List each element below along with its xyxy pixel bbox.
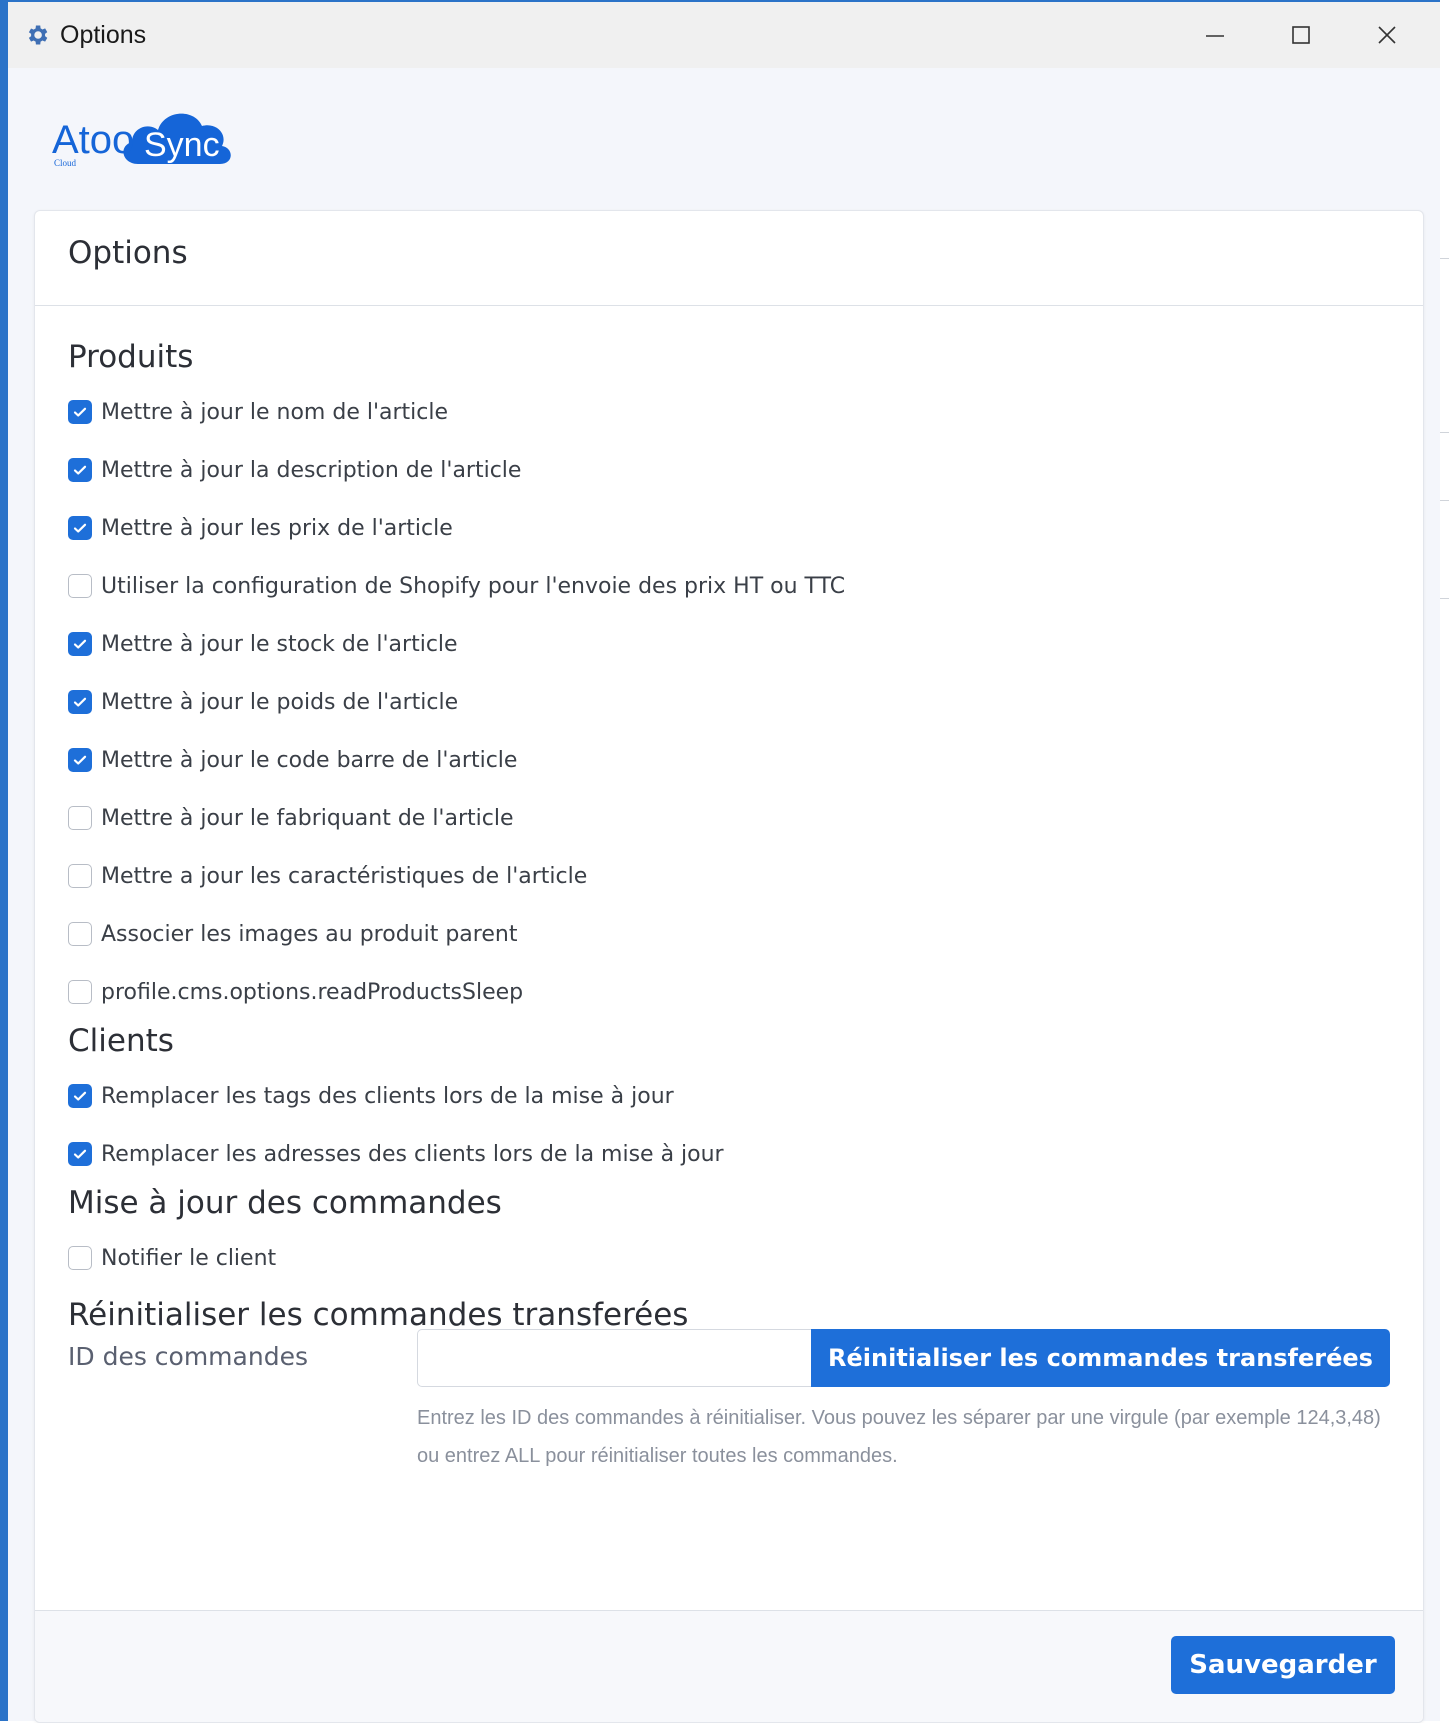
checkbox-row-description[interactable]: Mettre à jour la description de l'articl… bbox=[68, 455, 521, 485]
checkbox[interactable] bbox=[68, 1084, 92, 1108]
checkbox-label: Notifier le client bbox=[101, 1245, 277, 1271]
checkbox[interactable] bbox=[68, 1246, 92, 1270]
order-ids-label: ID des commandes bbox=[68, 1342, 308, 1371]
checkbox-row-prix[interactable]: Mettre à jour les prix de l'article bbox=[68, 513, 453, 543]
close-button[interactable] bbox=[1344, 2, 1430, 68]
options-window: Options Atoo Sync Cloud Options Produits… bbox=[0, 0, 1442, 1723]
title-bar[interactable]: Options bbox=[8, 2, 1440, 68]
order-ids-input[interactable] bbox=[417, 1329, 811, 1387]
section-title-produits: Produits bbox=[68, 339, 194, 375]
logo-text-atoo: Atoo bbox=[52, 118, 134, 162]
checkbox-label: Remplacer les tags des clients lors de l… bbox=[101, 1083, 674, 1109]
checkbox-row-stock[interactable]: Mettre à jour le stock de l'article bbox=[68, 629, 458, 659]
checkbox[interactable] bbox=[68, 864, 92, 888]
checkbox[interactable] bbox=[68, 400, 92, 424]
edge-divider bbox=[1440, 598, 1449, 599]
logo-subtext: Cloud bbox=[54, 158, 77, 168]
section-title-commandes: Mise à jour des commandes bbox=[68, 1185, 502, 1221]
checkbox[interactable] bbox=[68, 922, 92, 946]
checkbox[interactable] bbox=[68, 632, 92, 656]
atoosync-logo: Atoo Sync Cloud bbox=[44, 100, 254, 180]
reset-orders-button[interactable]: Réinitialiser les commandes transferées bbox=[811, 1329, 1390, 1387]
edge-divider bbox=[1440, 432, 1449, 433]
checkbox-row-nom[interactable]: Mettre à jour le nom de l'article bbox=[68, 397, 448, 427]
minimize-icon bbox=[1206, 35, 1224, 37]
order-ids-input-group: Réinitialiser les commandes transferées bbox=[417, 1329, 1390, 1387]
maximize-button[interactable] bbox=[1258, 2, 1344, 68]
checkbox-label: Mettre à jour le nom de l'article bbox=[101, 399, 449, 425]
checkbox[interactable] bbox=[68, 1142, 92, 1166]
checkbox-label: profile.cms.options.readProductsSleep bbox=[101, 979, 524, 1005]
checkbox-label: Mettre à jour le poids de l'article bbox=[101, 689, 459, 715]
checkbox-label: Mettre à jour le stock de l'article bbox=[101, 631, 458, 657]
edge-divider bbox=[1440, 500, 1449, 501]
checkbox-row-poids[interactable]: Mettre à jour le poids de l'article bbox=[68, 687, 458, 717]
options-card: Options Produits Mettre à jour le nom de… bbox=[34, 210, 1424, 1723]
edge-divider bbox=[1440, 258, 1449, 259]
checkbox[interactable] bbox=[68, 980, 92, 1004]
minimize-button[interactable] bbox=[1172, 2, 1258, 68]
checkbox[interactable] bbox=[68, 458, 92, 482]
checkbox-label: Mettre à jour le code barre de l'article bbox=[101, 747, 518, 773]
checkbox-row-tags-clients[interactable]: Remplacer les tags des clients lors de l… bbox=[68, 1081, 674, 1111]
card-header: Options bbox=[35, 211, 1423, 306]
checkbox-row-code-barre[interactable]: Mettre à jour le code barre de l'article bbox=[68, 745, 517, 775]
checkbox[interactable] bbox=[68, 748, 92, 772]
checkbox-label: Mettre à jour les prix de l'article bbox=[101, 515, 453, 541]
order-ids-help-text: Entrez les ID des commandes à réinitiali… bbox=[417, 1407, 1381, 1467]
checkbox-row-shopify-config[interactable]: Utiliser la configuration de Shopify pou… bbox=[68, 571, 845, 601]
gear-icon bbox=[24, 22, 50, 48]
checkbox-row-caracteristiques[interactable]: Mettre a jour les caractéristiques de l'… bbox=[68, 861, 587, 891]
checkbox[interactable] bbox=[68, 690, 92, 714]
checkbox[interactable] bbox=[68, 516, 92, 540]
checkbox[interactable] bbox=[68, 806, 92, 830]
maximize-icon bbox=[1292, 26, 1310, 44]
checkbox-row-fabriquant[interactable]: Mettre à jour le fabriquant de l'article bbox=[68, 803, 514, 833]
checkbox-row-notifier-client[interactable]: Notifier le client bbox=[68, 1243, 276, 1273]
section-title-reinit: Réinitialiser les commandes transferées bbox=[68, 1297, 689, 1333]
card-title: Options bbox=[68, 235, 188, 271]
section-title-clients: Clients bbox=[68, 1023, 174, 1059]
checkbox-row-read-products-sleep[interactable]: profile.cms.options.readProductsSleep bbox=[68, 977, 523, 1007]
checkbox-label: Mettre a jour les caractéristiques de l'… bbox=[101, 863, 588, 889]
checkbox-label: Mettre à jour le fabriquant de l'article bbox=[101, 805, 514, 831]
checkbox-label: Utiliser la configuration de Shopify pou… bbox=[101, 573, 846, 599]
close-icon bbox=[1378, 26, 1396, 44]
card-footer: Sauvegarder bbox=[35, 1610, 1423, 1722]
checkbox-label: Remplacer les adresses des clients lors … bbox=[101, 1141, 724, 1167]
save-button[interactable]: Sauvegarder bbox=[1171, 1636, 1395, 1694]
checkbox-label: Associer les images au produit parent bbox=[101, 921, 518, 947]
checkbox-row-adresses-clients[interactable]: Remplacer les adresses des clients lors … bbox=[68, 1139, 724, 1169]
window-title: Options bbox=[60, 20, 147, 49]
checkbox[interactable] bbox=[68, 574, 92, 598]
checkbox-row-images-parent[interactable]: Associer les images au produit parent bbox=[68, 919, 517, 949]
checkbox-label: Mettre à jour la description de l'articl… bbox=[101, 457, 522, 483]
logo-text-sync: Sync bbox=[144, 126, 220, 164]
window-right-edge bbox=[1440, 0, 1449, 1721]
